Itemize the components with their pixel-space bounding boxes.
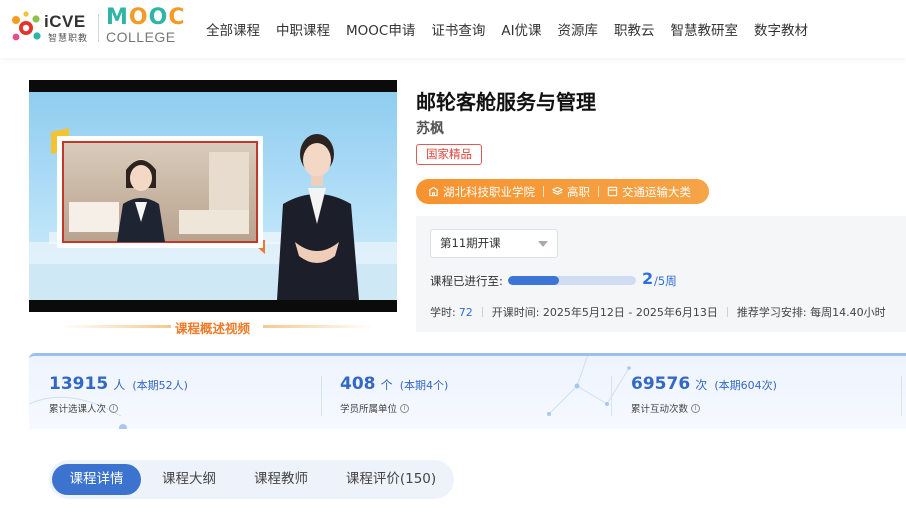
course-title: 邮轮客舱服务与管理 (416, 90, 596, 114)
stat-divider (901, 376, 902, 416)
stat-enrollments-value: 13915 (49, 374, 109, 394)
info-icon[interactable]: i (400, 403, 410, 413)
icve-wordmark: iCVE (44, 12, 86, 31)
stat-divider (611, 376, 612, 416)
college-wordmark: COLLEGE (106, 29, 176, 45)
stat-divider (321, 376, 322, 416)
course-term-panel: 第11期开课 课程已进行至: 2 /5周 学时: 72 开课时间: 2025年5… (416, 216, 906, 332)
tab-course-details[interactable]: 课程详情 (52, 464, 141, 495)
logo-divider (98, 14, 99, 42)
nav-mooc-apply[interactable]: MOOC申请 (346, 19, 415, 39)
nav-resource-library[interactable]: 资源库 (558, 19, 599, 39)
recommended-schedule: 推荐学习安排: 每周14.40小时 (736, 306, 886, 319)
course-org-pill: 湖北科技职业学院 高职 交通运输大类 (416, 179, 709, 204)
nav-certificate-query[interactable]: 证书查询 (431, 19, 485, 39)
nav-teaching-office[interactable]: 智慧教研室 (671, 19, 739, 39)
progress-total-weeks: /5周 (654, 274, 677, 288)
tab-course-teachers[interactable]: 课程教师 (241, 464, 321, 495)
stat-interactions: 69576 次 (本期604次) 累计互动次数 i (631, 374, 777, 415)
term-select[interactable]: 第11期开课 (430, 229, 558, 258)
stat-institutions-current: (本期4个) (399, 379, 449, 392)
icve-flower-icon (12, 11, 41, 41)
layers-icon (552, 186, 563, 195)
course-progress-fill (508, 276, 559, 285)
stat-enrollments-current: (本期52人) (132, 379, 188, 392)
stat-institutions-desc: 学员所属单位 i (340, 401, 410, 415)
course-meta-row: 学时: 72 开课时间: 2025年5月12日 - 2025年6月13日 推荐学… (430, 304, 886, 320)
course-tabs: 课程详情 课程大纲 课程教师 课程评价(150) (49, 460, 454, 499)
nav-ai-courses[interactable]: AI优课 (501, 19, 541, 39)
progress-label: 课程已进行至: (430, 274, 503, 288)
book-icon (607, 186, 618, 197)
mooc-wordmark: MOOC (106, 5, 186, 30)
video-caption: 课程概述视频 (29, 318, 397, 336)
course-schedule: 开课时间: 2025年5月12日 - 2025年6月13日 (491, 306, 718, 319)
hours-value: 72 (458, 305, 473, 319)
school-tag[interactable]: 湖北科技职业学院 (428, 184, 535, 200)
stat-institutions-value: 408 (340, 374, 376, 394)
caption-line-right (263, 325, 373, 328)
stat-interactions-value: 69576 (631, 374, 691, 394)
stat-enrollments-desc: 累计选课人次 i (49, 401, 119, 415)
main-nav: 全部课程 中职课程 MOOC申请 证书查询 AI优课 资源库 职教云 智慧教研室… (206, 19, 824, 39)
course-progress-bar (508, 276, 636, 285)
nav-zhijiao-cloud[interactable]: 职教云 (614, 19, 655, 39)
stat-institutions: 408 个 (本期4个) 学员所属单位 i (340, 374, 449, 415)
nav-all-courses[interactable]: 全部课程 (206, 19, 260, 39)
course-video-player[interactable] (29, 80, 397, 312)
caption-line-left (61, 325, 171, 328)
stat-institutions-unit: 个 (380, 378, 393, 392)
video-caption-text: 课程概述视频 (175, 321, 251, 336)
icve-logo[interactable]: iCVE 智慧职教 (8, 10, 92, 46)
course-stats-banner: 13915 人 (本期52人) 累计选课人次 i 408 个 (本期4个) 学员所… (29, 353, 906, 429)
meta-divider (726, 307, 728, 317)
info-icon[interactable]: i (109, 403, 119, 413)
video-scene-illustration (29, 92, 397, 300)
nav-digital-textbook[interactable]: 数字教材 (754, 19, 808, 39)
category-tag[interactable]: 交通运输大类 (607, 184, 691, 200)
tab-course-reviews[interactable]: 课程评价(150) (335, 464, 447, 495)
level-tag[interactable]: 高职 (552, 184, 590, 200)
stat-interactions-unit: 次 (695, 378, 708, 392)
tab-course-outline[interactable]: 课程大纲 (149, 464, 229, 495)
course-teacher[interactable]: 苏枫 (416, 118, 444, 138)
stat-interactions-current: (本期604次) (714, 379, 777, 392)
school-icon (428, 186, 439, 197)
hours-label: 学时: (430, 306, 456, 319)
chevron-down-icon (538, 241, 548, 247)
org-divider (598, 186, 599, 197)
stat-enrollments-unit: 人 (113, 378, 126, 392)
org-divider (543, 186, 544, 197)
top-header: iCVE 智慧职教 MOOC COLLEGE 全部课程 中职课程 MOOC申请 … (0, 0, 906, 58)
mooc-college-logo[interactable]: MOOC COLLEGE (106, 7, 184, 47)
stat-enrollments: 13915 人 (本期52人) 累计选课人次 i (49, 374, 188, 415)
stat-interactions-desc: 累计互动次数 i (631, 401, 701, 415)
info-icon[interactable]: i (691, 403, 701, 413)
meta-divider (481, 307, 483, 317)
national-quality-badge: 国家精品 (416, 144, 482, 165)
progress-current-week: 2 (642, 269, 654, 288)
nav-secondary-courses[interactable]: 中职课程 (276, 19, 330, 39)
icve-subtitle: 智慧职教 (48, 34, 89, 44)
video-thumbnail (29, 92, 397, 300)
